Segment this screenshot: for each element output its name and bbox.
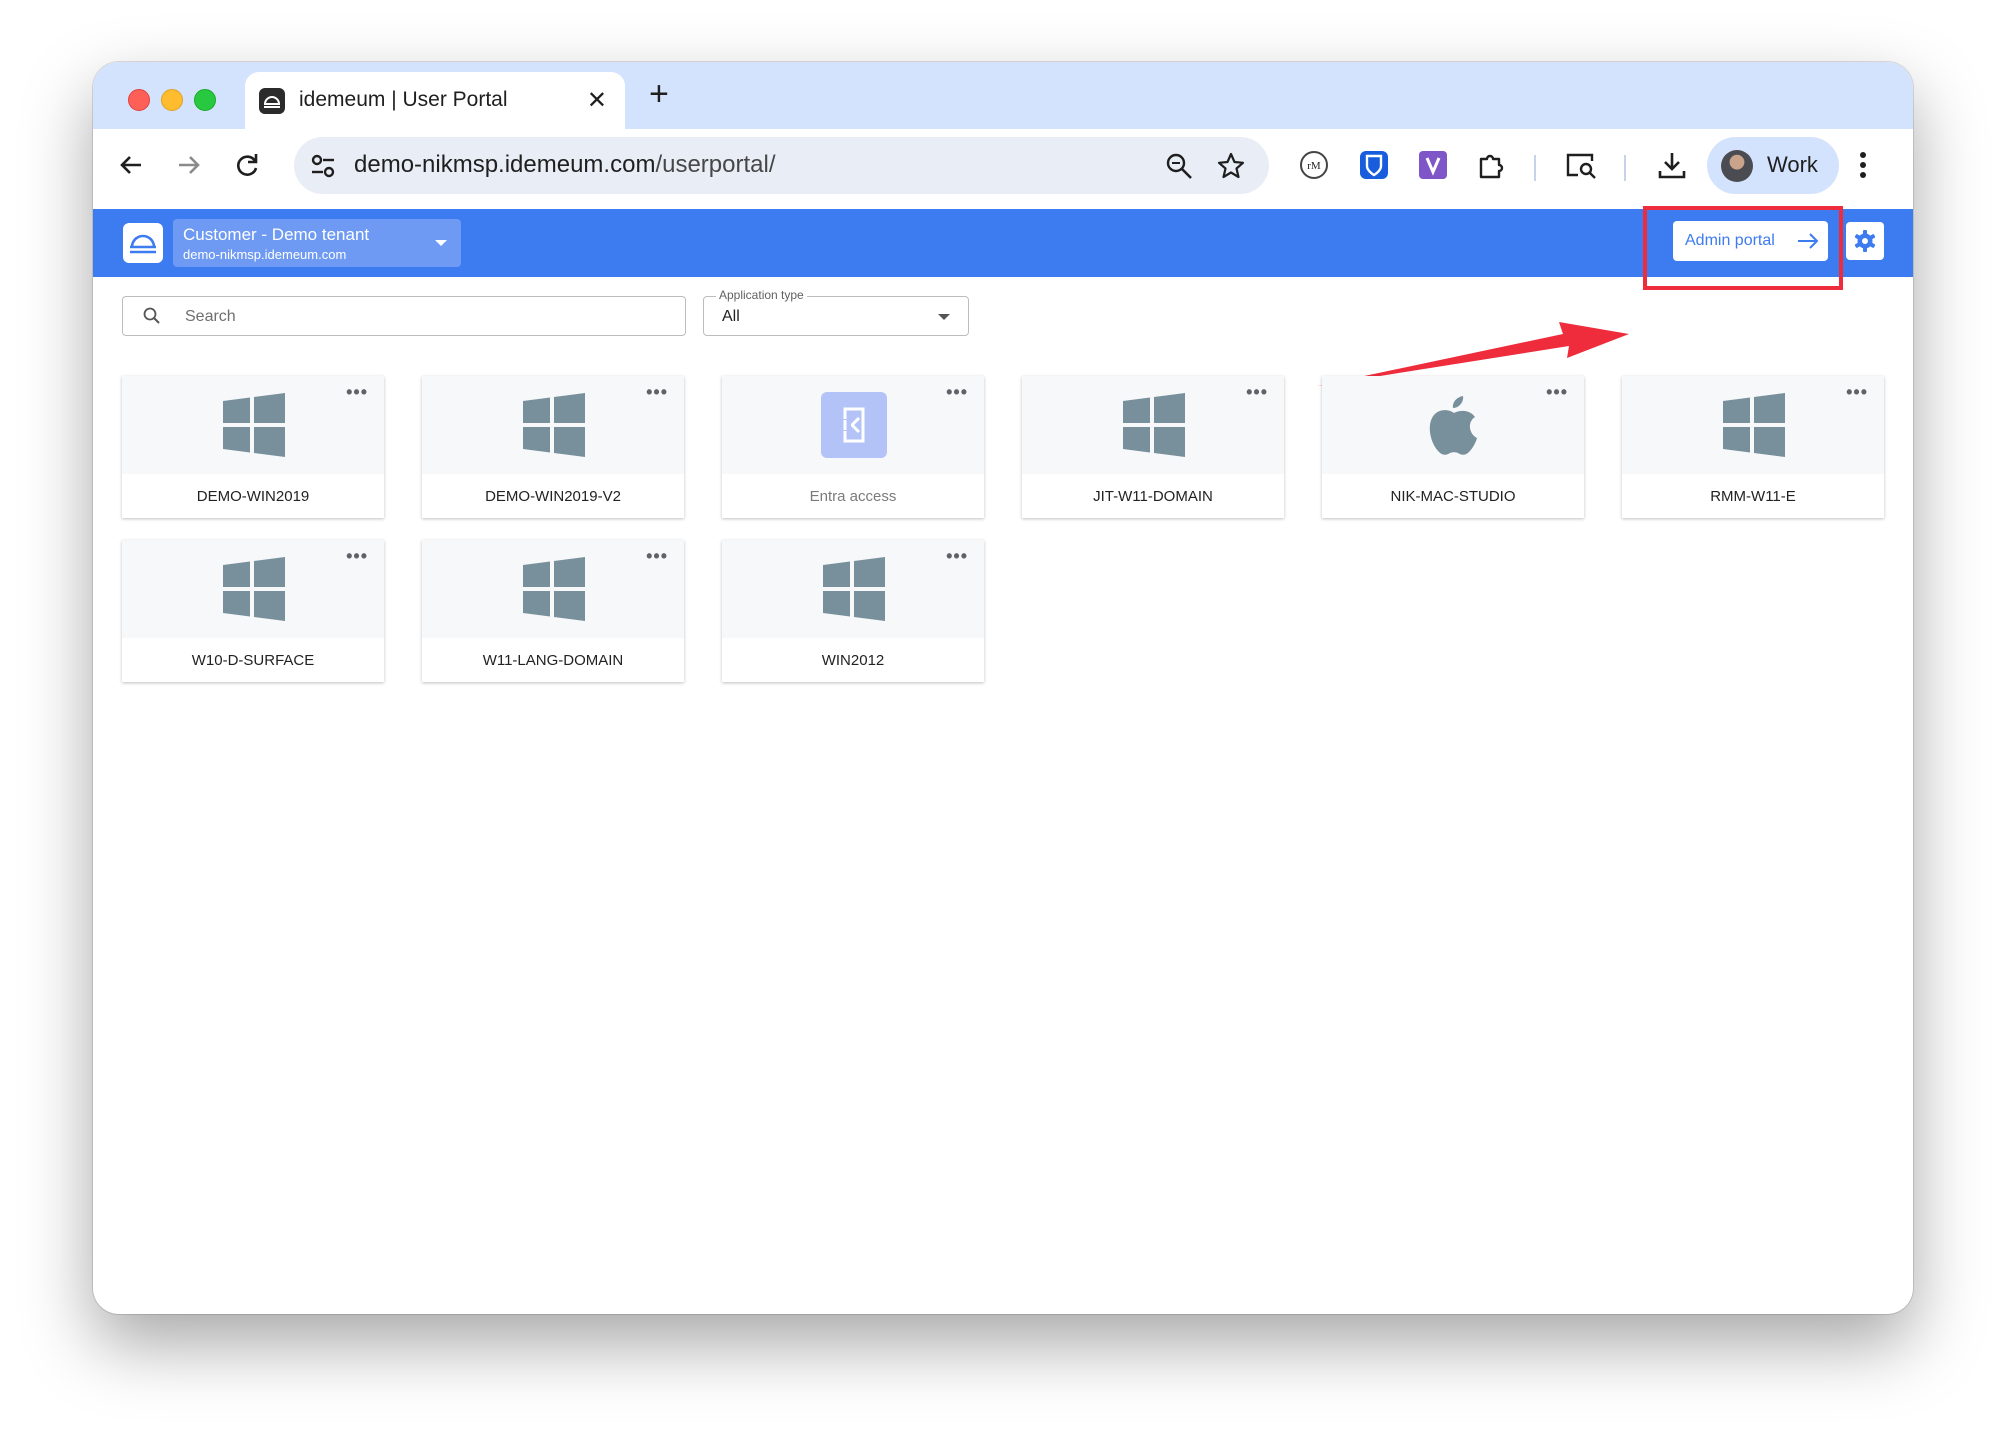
browser-toolbar: demo-nikmsp.idemeum.com/userportal/ rM W… [93,129,1913,209]
windows-icon [1121,392,1187,458]
windows-icon [1721,392,1787,458]
app-card[interactable]: ••• WIN2012 [722,540,984,682]
more-options-icon[interactable]: ••• [1546,382,1568,403]
new-tab-button[interactable]: + [649,75,669,114]
close-window-button[interactable] [128,89,150,111]
windows-icon [521,556,587,622]
highlight-box [1643,206,1843,290]
application-type-select[interactable]: Application type All [703,288,969,336]
remarkable-extension-icon[interactable]: rM [1298,149,1330,186]
back-button[interactable] [113,147,149,183]
back-arrow-icon [120,156,141,174]
more-options-icon[interactable]: ••• [1246,382,1268,403]
profile-label: Work [1767,152,1818,177]
reload-button[interactable] [229,147,265,183]
app-card-preview: ••• [722,376,984,474]
reload-icon [237,154,258,176]
zoom-icon[interactable] [1164,151,1194,186]
url-path: /userportal/ [655,151,776,178]
app-card[interactable]: ••• NIK-MAC-STUDIO [1322,376,1584,518]
app-card-label: RMM-W11-E [1710,488,1796,505]
app-card-preview: ••• [422,376,684,474]
search-field[interactable] [122,296,686,336]
search-icon [143,307,160,324]
app-card[interactable]: ••• W10-D-SURFACE [122,540,384,682]
more-options-icon[interactable]: ••• [946,382,968,403]
app-card-preview: ••• [1322,376,1584,474]
browser-window: idemeum | User Portal ✕ + demo-nikmsp.id… [93,62,1913,1314]
app-card[interactable]: ••• RMM-W11-E [1622,376,1884,518]
minimize-window-button[interactable] [161,89,183,111]
tenant-domain: demo-nikmsp.idemeum.com [183,247,347,262]
close-tab-icon[interactable]: ✕ [587,86,607,115]
windows-icon [821,556,887,622]
app-card-preview: ••• [1022,376,1284,474]
app-card-label: W10-D-SURFACE [191,652,315,669]
maximize-window-button[interactable] [194,89,216,111]
app-card[interactable]: ••• JIT-W11-DOMAIN [1022,376,1284,518]
more-options-icon[interactable]: ••• [646,546,668,567]
caret-down-icon [938,314,950,320]
browser-tab[interactable]: idemeum | User Portal ✕ [245,72,625,129]
windows-icon [521,392,587,458]
app-card-label: WIN2012 [821,652,885,669]
more-options-icon[interactable]: ••• [346,382,368,403]
app-card-label: DEMO-WIN2019-V2 [485,488,621,505]
forward-arrow-icon [179,156,200,174]
entra-icon [821,392,887,458]
tenant-selector[interactable]: Customer - Demo tenant demo-nikmsp.ideme… [173,219,461,267]
search-input[interactable] [183,302,667,332]
tab-title: idemeum | User Portal [299,88,508,111]
app-card-preview: ••• [722,540,984,638]
application-type-label: Application type [716,288,807,302]
profile-button[interactable]: Work [1707,137,1839,194]
idemeum-favicon-icon [259,88,285,114]
application-type-value: All [722,308,740,325]
svg-text:rM: rM [1307,160,1321,172]
idemeum-logo-icon[interactable] [123,223,163,263]
app-card-label: JIT-W11-DOMAIN [1093,488,1213,505]
app-card-preview: ••• [122,540,384,638]
app-card-label: W11-LANG-DOMAIN [482,652,624,669]
site-settings-icon[interactable] [308,151,338,186]
app-header: Customer - Demo tenant demo-nikmsp.ideme… [93,209,1913,277]
windows-icon [221,392,287,458]
more-options-icon[interactable]: ••• [646,382,668,403]
more-options-icon[interactable]: ••• [1846,382,1868,403]
app-card[interactable]: ••• Entra access [722,376,984,518]
forward-button[interactable] [171,147,207,183]
app-card-preview: ••• [122,376,384,474]
toolbar-separator [1534,155,1536,181]
vimeo-extension-icon[interactable] [1417,149,1449,186]
settings-button[interactable] [1846,222,1884,260]
gear-icon [1854,230,1876,252]
windows-icon [221,556,287,622]
address-bar[interactable]: demo-nikmsp.idemeum.com/userportal/ [294,137,1269,194]
tenant-name: Customer - Demo tenant [183,225,370,244]
app-card[interactable]: ••• DEMO-WIN2019 [122,376,384,518]
apple-icon [1421,392,1487,458]
app-card-preview: ••• [422,540,684,638]
bitwarden-extension-icon[interactable] [1358,149,1390,186]
annotation-arrow-icon [1317,322,1629,386]
avatar [1721,150,1753,182]
tab-strip: idemeum | User Portal ✕ + [93,62,1913,129]
bookmark-star-icon[interactable] [1216,151,1246,186]
app-card-preview: ••• [1622,376,1884,474]
downloads-icon[interactable] [1656,149,1688,186]
more-options-icon[interactable]: ••• [346,546,368,567]
caret-down-icon [435,240,447,246]
app-card-label: NIK-MAC-STUDIO [1390,488,1516,505]
toolbar-separator [1624,155,1626,181]
app-card-label: DEMO-WIN2019 [196,488,310,505]
extensions-puzzle-icon[interactable] [1475,149,1507,186]
app-card-label: Entra access [809,488,897,505]
app-card[interactable]: ••• DEMO-WIN2019-V2 [422,376,684,518]
tab-search-icon[interactable] [1564,149,1598,186]
url-text: demo-nikmsp.idemeum.com/userportal/ [354,151,776,179]
app-card[interactable]: ••• W11-LANG-DOMAIN [422,540,684,682]
more-options-icon[interactable]: ••• [946,546,968,567]
url-host: demo-nikmsp.idemeum.com [354,151,656,178]
browser-menu-icon[interactable] [1857,147,1869,188]
